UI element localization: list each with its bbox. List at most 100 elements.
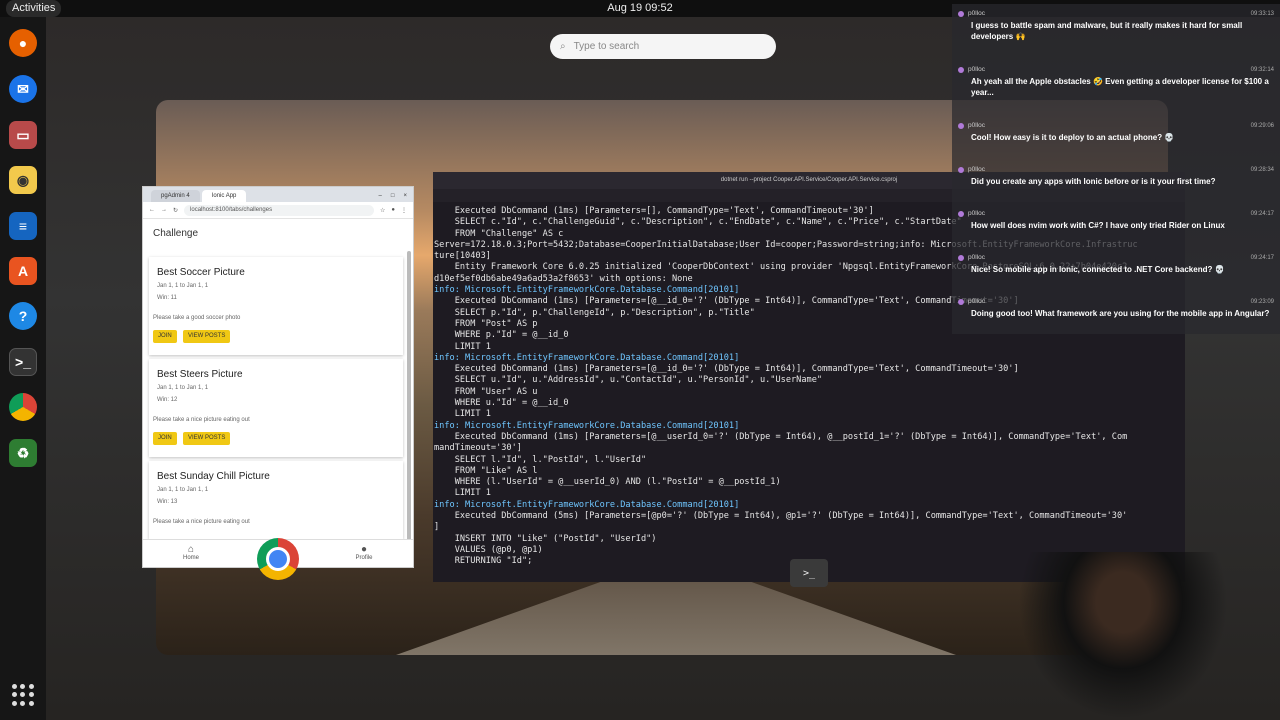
tab-ionic-app[interactable]: Ionic App: [201, 190, 247, 202]
road-image: [396, 575, 956, 655]
writer-icon[interactable]: ≡: [9, 212, 37, 240]
help-icon[interactable]: ?: [9, 302, 37, 330]
back-icon[interactable]: ←: [149, 207, 155, 213]
terminal-line: INSERT INTO "Like" ("PostId", "UserId"): [434, 533, 657, 544]
chat-timestamp: 09:24:17: [1250, 254, 1274, 261]
chat-message: p0lloc 09:24:17 Nice! So mobile app in Ion…: [958, 254, 1274, 275]
card-description: Please take a good soccer photo: [153, 315, 241, 321]
tab-profile[interactable]: ● Profile: [349, 544, 379, 561]
user-badge-icon: [958, 254, 964, 261]
menu-icon[interactable]: ⋮: [401, 207, 407, 214]
chat-username: p0lloc: [968, 10, 985, 17]
files-icon[interactable]: ▭: [9, 121, 37, 149]
chat-message-header: p0lloc 09:33:13: [958, 10, 1274, 17]
user-badge-icon: [958, 210, 964, 217]
chat-message-header: p0lloc 09:29:06: [958, 122, 1274, 129]
terminal-line: info: Microsoft.EntityFrameworkCore.Data…: [434, 352, 740, 363]
card-dates: Jan 1, 1 to Jan 1, 1: [157, 283, 209, 289]
chat-message: p0lloc 09:33:13 I guess to battle spam and…: [958, 10, 1274, 42]
terminal-line: LIMIT 1: [434, 488, 491, 499]
terminal-launch-button[interactable]: >_: [790, 559, 828, 587]
terminal-line: FROM "User" AS u: [434, 386, 538, 397]
card-title: Best Sunday Chill Picture: [157, 471, 270, 482]
card-description: Please take a nice picture eating out: [153, 519, 250, 525]
chat-username: p0lloc: [968, 298, 985, 305]
tab-home[interactable]: ⌂ Home: [176, 544, 206, 561]
card-wins: Win: 12: [157, 397, 178, 403]
minimize-icon[interactable]: –: [379, 193, 382, 199]
maximize-icon[interactable]: □: [391, 193, 395, 199]
card-wins: Win: 11: [157, 295, 177, 301]
view-posts-button[interactable]: VIEW POSTS: [183, 432, 231, 445]
tab-profile-label: Profile: [355, 555, 373, 561]
challenge-card: Best Soccer Picture Jan 1, 1 to Jan 1, 1…: [149, 257, 403, 355]
card-title: Best Steers Picture: [157, 369, 243, 380]
chat-message-header: p0lloc 09:23:09: [958, 298, 1274, 305]
card-wins: Win: 13: [157, 499, 178, 505]
home-icon: ⌂: [187, 544, 195, 555]
view-posts-button[interactable]: VIEW POSTS: [183, 330, 231, 343]
chat-timestamp: 09:28:34: [1250, 166, 1274, 173]
card-title: Best Soccer Picture: [157, 267, 245, 278]
card-dates: Jan 1, 1 to Jan 1, 1: [157, 385, 209, 391]
chat-message-header: p0lloc 09:28:34: [958, 166, 1274, 173]
chat-username: p0lloc: [968, 166, 985, 173]
join-button[interactable]: JOIN: [153, 330, 177, 343]
chat-timestamp: 09:33:13: [1250, 10, 1274, 17]
webcam-overlay: [1018, 552, 1228, 720]
reload-icon[interactable]: ↻: [173, 207, 178, 214]
tab-home-label: Home: [182, 555, 199, 561]
chat-message-header: p0lloc 09:24:17: [958, 210, 1274, 217]
rhythmbox-icon[interactable]: ◉: [9, 166, 37, 194]
page-title: Challenge: [153, 228, 199, 239]
search-icon: ⌕: [560, 41, 566, 52]
chrome-icon[interactable]: [257, 538, 299, 580]
forward-icon[interactable]: →: [161, 207, 167, 213]
profile-icon[interactable]: ●: [391, 207, 395, 213]
chat-message: p0lloc 09:23:09 Doing good too! What frame…: [958, 298, 1274, 319]
url-input[interactable]: localhost:8100/tabs/challenges: [184, 204, 374, 216]
terminal-line: WHERE (l."UserId" = @__userId_0) AND (l.…: [434, 477, 781, 488]
search-input[interactable]: ⌕ Type to search: [550, 34, 776, 59]
chat-message-header: p0lloc 09:32:14: [958, 66, 1274, 73]
card-dates: Jan 1, 1 to Jan 1, 1: [157, 487, 209, 493]
person-icon: ●: [360, 544, 368, 555]
terminal-icon[interactable]: >_: [9, 348, 37, 376]
user-badge-icon: [958, 166, 964, 173]
terminal-line: Executed DbCommand (5ms) [Parameters=[@p…: [434, 511, 1128, 522]
tab-pgadmin[interactable]: pgAdmin 4: [151, 190, 200, 202]
firefox-icon[interactable]: ●: [9, 29, 37, 57]
chrome-icon[interactable]: [9, 393, 37, 421]
terminal-line: info: Microsoft.EntityFrameworkCore.Data…: [434, 499, 740, 510]
chat-username: p0lloc: [968, 254, 985, 261]
trash-icon[interactable]: ♻: [9, 439, 37, 467]
scrollbar[interactable]: [407, 251, 411, 541]
chat-timestamp: 09:29:06: [1250, 122, 1274, 129]
show-apps-icon[interactable]: [12, 684, 34, 706]
join-button[interactable]: JOIN: [153, 432, 177, 445]
chat-text: Nice! So mobile app in Ionic, connected …: [971, 265, 1225, 274]
close-icon[interactable]: ×: [403, 193, 407, 199]
terminal-line: FROM "Like" AS l: [434, 465, 538, 476]
chat-timestamp: 09:32:14: [1250, 66, 1274, 73]
terminal-line: SELECT u."Id", u."AddressId", u."Contact…: [434, 375, 823, 386]
chat-username: p0lloc: [968, 122, 985, 129]
chat-username: p0lloc: [968, 66, 985, 73]
terminal-line: Executed DbCommand (1ms) [Parameters=[@_…: [434, 431, 1128, 442]
chat-username: p0lloc: [968, 210, 985, 217]
chat-text: Cool! How easy is it to deploy to an act…: [971, 133, 1175, 142]
software-icon[interactable]: A: [9, 257, 37, 285]
browser-window[interactable]: pgAdmin 4 Ionic App – □ × ← → ↻ localhos…: [142, 186, 414, 568]
terminal-line: SELECT l."Id", l."PostId", l."UserId": [434, 454, 647, 465]
star-icon[interactable]: ☆: [380, 207, 385, 214]
card-description: Please take a nice picture eating out: [153, 417, 250, 423]
challenge-card: Best Sunday Chill Picture Jan 1, 1 to Ja…: [149, 461, 403, 539]
user-badge-icon: [958, 298, 964, 305]
chat-text: Ah yeah all the Apple obstacles 🤣 Even g…: [971, 77, 1269, 97]
terminal-line: Executed DbCommand (1ms) [Parameters=[@_…: [434, 364, 1019, 375]
chat-overlay: p0lloc 09:33:13 I guess to battle spam and…: [952, 4, 1280, 334]
thunderbird-icon[interactable]: ✉: [9, 75, 37, 103]
user-badge-icon: [958, 10, 964, 17]
challenge-card: Best Steers Picture Jan 1, 1 to Jan 1, 1…: [149, 359, 403, 457]
user-badge-icon: [958, 66, 964, 73]
